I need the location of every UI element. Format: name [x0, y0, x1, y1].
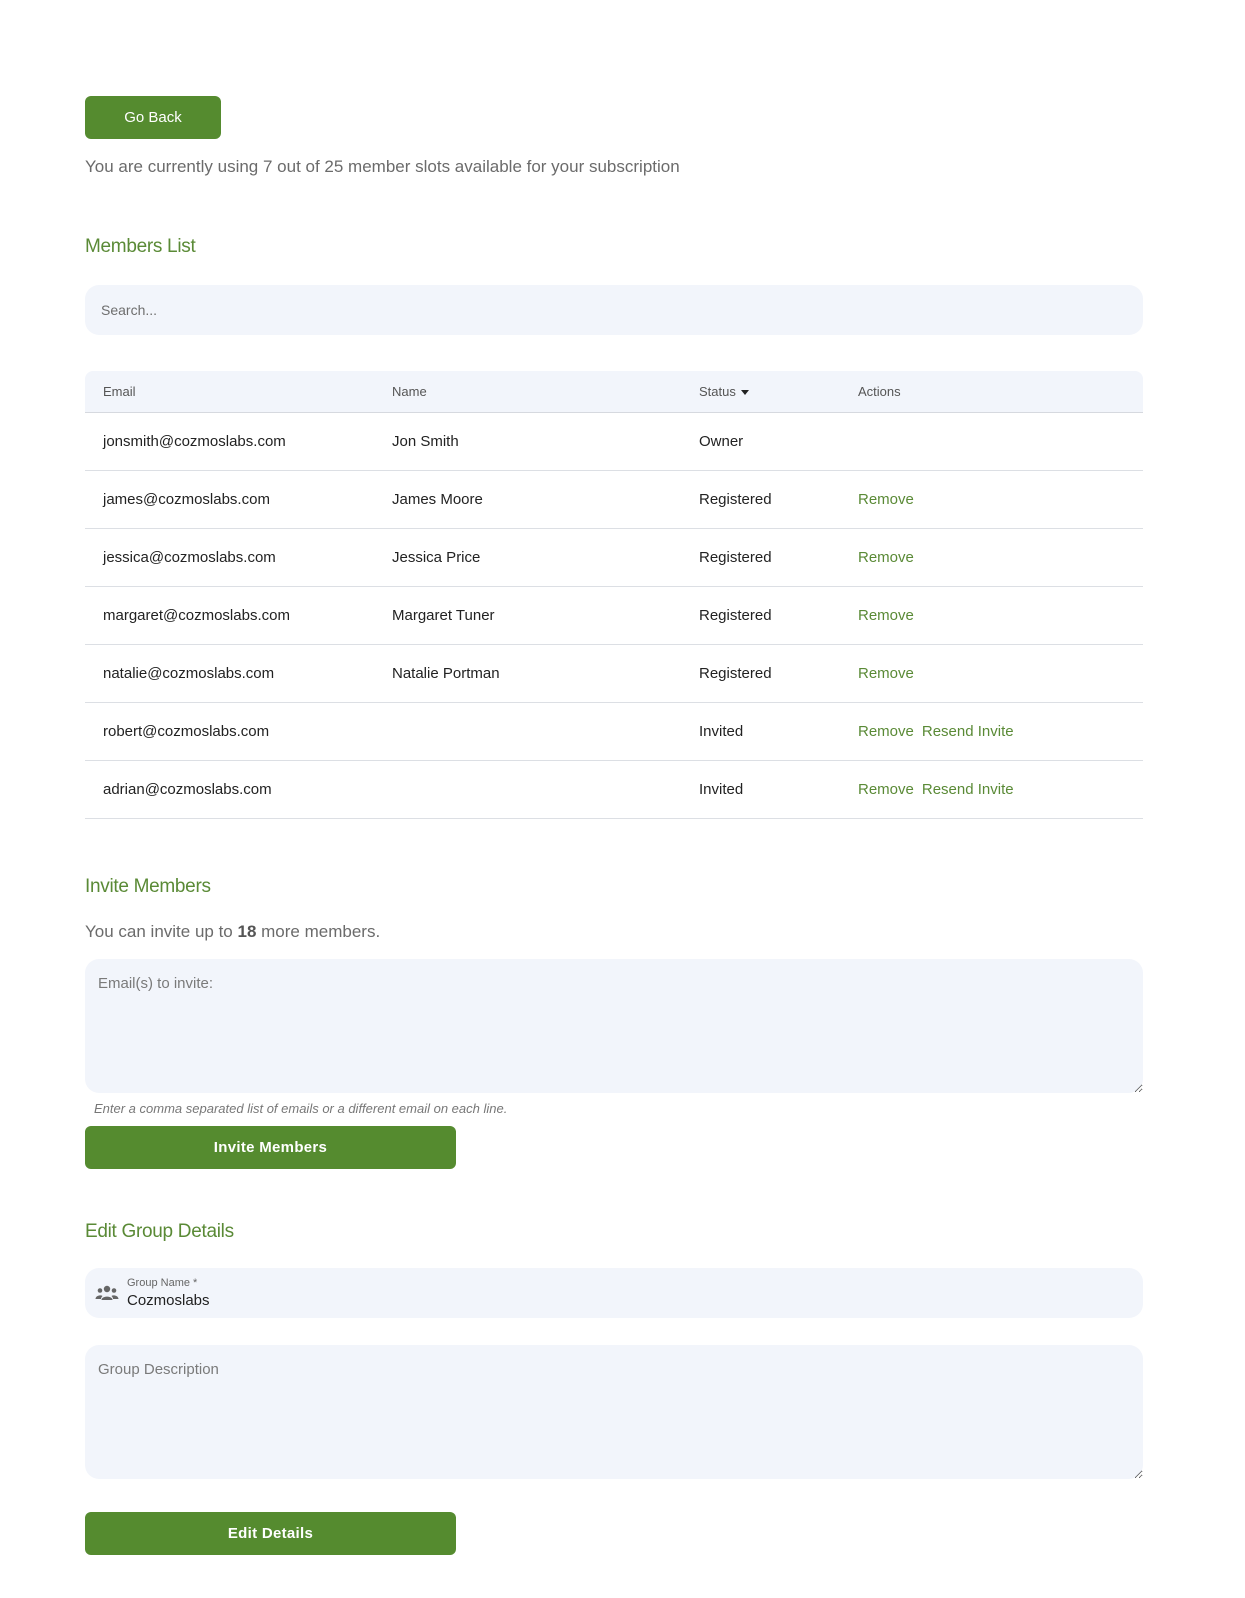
member-actions: Remove [858, 491, 1143, 508]
edit-group-title: Edit Group Details [85, 1221, 234, 1242]
column-header-name[interactable]: Name [392, 384, 699, 399]
invite-text-prefix: You can invite up to [85, 922, 238, 941]
table-row: robert@cozmoslabs.com Invited Remove Resend… [85, 703, 1143, 761]
group-description-textarea[interactable] [85, 1345, 1143, 1479]
member-email: james@cozmoslabs.com [103, 491, 270, 508]
members-list-title: Members List [85, 236, 196, 257]
table-header: Email Name Status Actions [85, 371, 1143, 413]
table-row: jessica@cozmoslabs.com Jessica Price Regis… [85, 529, 1143, 587]
group-name-label: Group Name * [127, 1277, 198, 1289]
table-row: james@cozmoslabs.com James Moore Registere… [85, 471, 1143, 529]
usage-text: You are currently using 7 out of 25 memb… [85, 157, 680, 176]
invite-limit-text: You can invite up to 18 more members. [85, 922, 1143, 942]
member-email: jonsmith@cozmoslabs.com [103, 433, 286, 450]
table-body: jonsmith@cozmoslabs.com Jon Smith Owner jam… [85, 413, 1143, 819]
group-icon [95, 1285, 119, 1300]
column-header-status-label: Status [699, 384, 736, 399]
page-content: Go Back You are currently using 7 out of… [85, 96, 1143, 1555]
remove-link[interactable]: Remove [858, 491, 914, 508]
invite-members-title: Invite Members [85, 876, 211, 897]
table-row: natalie@cozmoslabs.com Natalie Portman Reg… [85, 645, 1143, 703]
group-name-field[interactable]: Group Name * Cozmoslabs [85, 1268, 1143, 1318]
member-actions: Remove [858, 665, 1143, 682]
column-header-status[interactable]: Status [699, 384, 858, 399]
table-row: adrian@cozmoslabs.com Invited Remove Resend… [85, 761, 1143, 819]
member-email: adrian@cozmoslabs.com [103, 781, 272, 798]
resend-invite-link[interactable]: Resend Invite [922, 723, 1014, 740]
go-back-button[interactable]: Go Back [85, 96, 221, 139]
column-header-email[interactable]: Email [85, 384, 392, 399]
invite-members-button[interactable]: Invite Members [85, 1126, 456, 1169]
group-name-input[interactable]: Cozmoslabs [127, 1292, 210, 1309]
member-name: James Moore [392, 491, 483, 508]
group-name-inner: Group Name * Cozmoslabs [127, 1277, 210, 1309]
member-actions: Remove [858, 607, 1143, 624]
edit-details-button[interactable]: Edit Details [85, 1512, 456, 1555]
member-email: robert@cozmoslabs.com [103, 723, 270, 740]
remove-link[interactable]: Remove [858, 723, 914, 740]
remove-link[interactable]: Remove [858, 665, 914, 682]
table-row: margaret@cozmoslabs.com Margaret Tuner Reg… [85, 587, 1143, 645]
member-name: Jessica Price [392, 549, 481, 566]
invite-emails-textarea[interactable] [85, 959, 1143, 1093]
member-actions: Remove [858, 549, 1143, 566]
member-email: margaret@cozmoslabs.com [103, 607, 290, 624]
remove-link[interactable]: Remove [858, 549, 914, 566]
resend-invite-link[interactable]: Resend Invite [922, 781, 1014, 798]
invite-remaining-count: 18 [237, 922, 257, 941]
member-status: Registered [699, 607, 772, 624]
member-email: jessica@cozmoslabs.com [103, 549, 276, 566]
member-status: Invited [699, 781, 744, 798]
member-actions: Remove Resend Invite [858, 723, 1143, 740]
invite-text-suffix: more members. [256, 922, 381, 941]
remove-link[interactable]: Remove [858, 781, 914, 798]
invite-hint: Enter a comma separated list of emails o… [94, 1101, 508, 1116]
column-header-actions: Actions [858, 384, 901, 399]
member-status: Invited [699, 723, 744, 740]
member-actions: Remove Resend Invite [858, 781, 1143, 798]
member-status: Registered [699, 665, 772, 682]
sort-caret-icon[interactable] [740, 390, 749, 396]
search-box[interactable] [85, 285, 1143, 335]
member-email: natalie@cozmoslabs.com [103, 665, 275, 682]
search-input[interactable] [99, 301, 1129, 319]
member-name: Margaret Tuner [392, 607, 495, 624]
member-name: Jon Smith [392, 433, 459, 450]
table-row: jonsmith@cozmoslabs.com Jon Smith Owner [85, 413, 1143, 471]
member-status: Registered [699, 549, 772, 566]
members-table: Email Name Status Actions jonsmith@cozmo… [85, 371, 1143, 819]
member-name: Natalie Portman [392, 665, 500, 682]
remove-link[interactable]: Remove [858, 607, 914, 624]
member-status: Owner [699, 433, 744, 450]
member-status: Registered [699, 491, 772, 508]
